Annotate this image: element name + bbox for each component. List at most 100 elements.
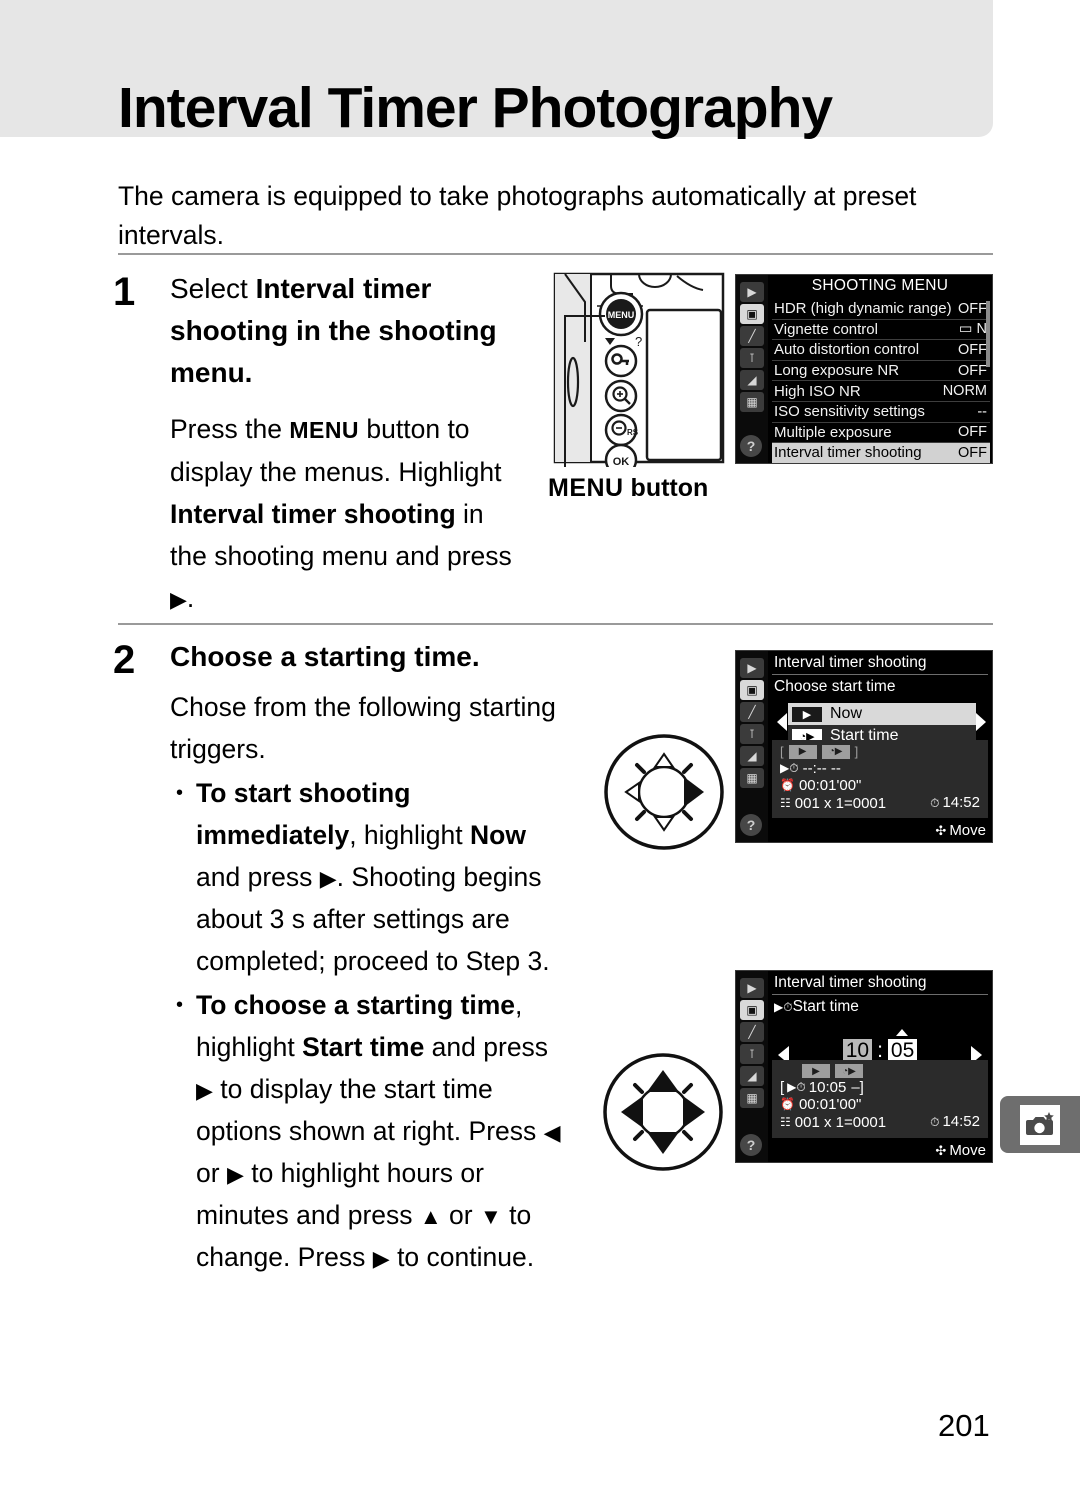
- move-hint: ✣ Move: [935, 1142, 986, 1159]
- bullet-2-c: to display the start time options shown …: [196, 1074, 544, 1146]
- shooting-menu-screenshot: ▶ ▣ ╱ ⊺ ◢ ▦ ? SHOOTING MENU HDR (high dy…: [735, 274, 993, 464]
- info-interval-value: 00:01'00": [798, 1096, 862, 1113]
- shooting-menu-icon: ▣: [740, 680, 764, 700]
- menu-row-label: HDR (high dynamic range): [774, 300, 952, 318]
- menu-row-label: Vignette control: [774, 320, 878, 338]
- menu-row[interactable]: Long exposure NR OFF: [772, 361, 990, 382]
- now-badge-icon: ▶: [788, 744, 817, 759]
- menu-scrollbar[interactable]: [986, 301, 990, 367]
- retouch-menu-icon: ◢: [740, 370, 764, 390]
- info-frames-line: ☷ 001 x 1=0001 ⏱ 14:52: [780, 794, 984, 812]
- multi-selector-icon: ✣: [935, 1142, 947, 1158]
- interval-info-panel: [ ▶ ◔▶ ] ▶⏱ --:-- -- ⏰ 00:01'00" ☷ 001 x…: [772, 740, 988, 818]
- menu-row-label: Interval timer shooting: [774, 444, 922, 462]
- clock-icon: ⏱: [930, 1115, 940, 1129]
- svg-text:?: ?: [635, 334, 642, 349]
- help-icon: ?: [740, 1134, 762, 1156]
- bracket-close: ]: [859, 1079, 864, 1096]
- playback-icon: ▶: [740, 978, 764, 998]
- menu-button-caption-rest: button: [623, 474, 709, 502]
- frames-icon: ☷: [780, 795, 791, 810]
- chapter-side-tab: [1000, 1096, 1080, 1153]
- section-divider-2: [118, 623, 993, 625]
- menu-row-value: OFF: [958, 341, 987, 358]
- info-start-time-line: ▶⏱ --:-- --: [780, 760, 984, 777]
- menu-row-value: ▭ N: [958, 321, 987, 338]
- step-1-text: Press the MENU button to display the men…: [170, 414, 512, 613]
- step-1-text-a: Press the: [170, 414, 290, 444]
- now-badge-icon: ▶: [802, 1064, 830, 1078]
- bullet-2-start-time: Start time: [302, 1032, 425, 1062]
- option-now-label: Now: [830, 705, 863, 722]
- menu-button-caption: MENU button: [548, 474, 708, 503]
- help-icon: ?: [740, 435, 762, 457]
- info-interval-value: 00:01'00": [798, 777, 862, 794]
- menu-row-value: OFF: [958, 362, 987, 379]
- menu-row[interactable]: HDR (high dynamic range) OFF: [772, 299, 990, 320]
- right-arrow-icon: ▶: [196, 1078, 213, 1103]
- info-badges: ▶ ◔▶: [802, 1064, 984, 1078]
- step-1-number: 1: [113, 270, 136, 314]
- start-time-arrow-clock-icon: ▶⏱: [774, 1000, 793, 1014]
- menu-row[interactable]: Auto distortion control OFF: [772, 340, 990, 361]
- info-clock-value: 14:52: [942, 794, 980, 811]
- bullet-1-a: , highlight: [349, 820, 470, 850]
- svg-text:MENU: MENU: [608, 310, 635, 320]
- page-number: 201: [938, 1408, 990, 1443]
- interval-info-panel: ▶ ◔▶ [ ▶⏱ 10:05 – ] ⏰ 00:01'00" ☷ 001 x …: [772, 1060, 988, 1138]
- shooting-menu-icon: ▣: [740, 1000, 764, 1020]
- menu-row-label: Auto distortion control: [774, 341, 920, 359]
- custom-settings-icon: ╱: [740, 326, 764, 346]
- menu-row-value: NORM: [942, 383, 987, 400]
- option-now[interactable]: ▶ Now: [788, 703, 976, 725]
- menu-row[interactable]: ISO sensitivity settings --: [772, 402, 990, 423]
- start-time-clock-icon: ▶⏱: [780, 761, 799, 775]
- retouch-menu-icon: ◢: [740, 1066, 764, 1086]
- menu-row[interactable]: Multiple exposure OFF: [772, 423, 990, 444]
- menu-row-interval-timer-shooting[interactable]: Interval timer shooting OFF: [772, 443, 990, 463]
- help-icon: ?: [740, 814, 762, 836]
- info-clock: ⏱ 14:52: [930, 1113, 984, 1131]
- menu-row-label: Long exposure NR: [774, 362, 900, 380]
- info-interval-line: ⏰ 00:01'00": [780, 777, 984, 794]
- svg-text:RS: RS: [627, 428, 639, 437]
- step-2-number: 2: [113, 638, 136, 682]
- camera-back-figure: MENU ? RS OK: [547, 272, 725, 478]
- right-caret-icon[interactable]: [976, 713, 986, 731]
- multi-selector-right-figure: [600, 730, 728, 859]
- info-start-time-suffix: –: [851, 1079, 860, 1096]
- left-caret-icon[interactable]: [777, 713, 787, 731]
- move-hint-label: Move: [949, 822, 986, 839]
- recent-settings-icon: ▦: [740, 768, 764, 788]
- spin-up-icon[interactable]: [896, 1029, 908, 1036]
- info-frames-value: 001 x 1=0001: [794, 1113, 887, 1131]
- menu-button-word: MENU: [289, 417, 360, 443]
- right-arrow-icon: ▶: [170, 587, 187, 612]
- frames-icon: ☷: [780, 1114, 791, 1129]
- menu-row[interactable]: High ISO NR NORM: [772, 381, 990, 402]
- menu-row[interactable]: Vignette control ▭ N: [772, 320, 990, 341]
- lcd-sidebar: ▶ ▣ ╱ ⊺ ◢ ▦ ?: [736, 275, 768, 463]
- custom-settings-icon: ╱: [740, 702, 764, 722]
- step-1-heading-part-a: Select: [170, 273, 256, 304]
- menu-row-value: OFF: [958, 444, 987, 461]
- down-arrow-icon: ▼: [479, 1204, 502, 1229]
- info-start-time-value: --:-- --: [802, 760, 841, 777]
- step-2-body: Choose a starting time. Chose from the f…: [170, 636, 570, 1278]
- bullet-1-b: and press: [196, 862, 320, 892]
- bullet-start-immediately: To start shooting immediately, highlight…: [170, 772, 570, 982]
- bullet-2-b: and press: [424, 1032, 549, 1062]
- custom-settings-icon: ╱: [740, 1022, 764, 1042]
- bracket-open: [: [780, 744, 784, 759]
- retouch-menu-icon: ◢: [740, 746, 764, 766]
- start-time-clock-icon: ▶⏱: [787, 1080, 806, 1094]
- camera-star-icon: [1020, 1104, 1060, 1145]
- lcd-title: Interval timer shooting: [774, 974, 927, 991]
- up-arrow-icon: ▲: [419, 1204, 442, 1229]
- step-1-text-d: .: [186, 583, 195, 613]
- lcd-title-rule: [772, 674, 988, 675]
- start-time-badge-icon: ◔▶: [835, 1064, 863, 1078]
- menu-row-value: --: [977, 403, 987, 420]
- setup-menu-icon: ⊺: [740, 348, 764, 368]
- now-badge-icon: ▶: [792, 706, 822, 722]
